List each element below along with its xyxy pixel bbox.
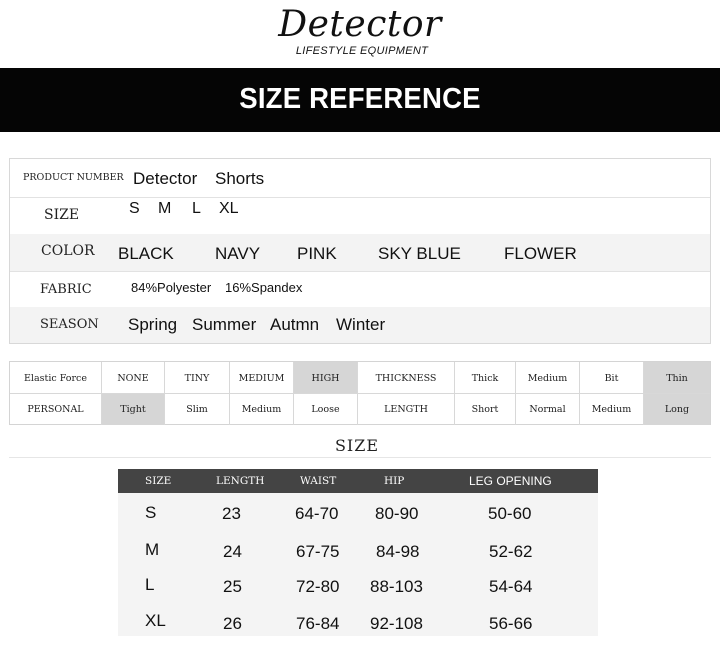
table-cell: 72-80 (296, 577, 340, 596)
attr-cell: PERSONAL (10, 393, 102, 425)
attr-cell-selected: Thin (644, 362, 710, 394)
brand-name: Detector (278, 4, 442, 45)
attr-cell-selected: HIGH (294, 362, 358, 394)
attr-cell: TINY (165, 362, 230, 394)
attr-cell: Medium (230, 393, 294, 425)
attr-cell: Normal (516, 393, 580, 425)
table-cell: 50-60 (488, 504, 532, 523)
table-cell: 24 (223, 542, 242, 561)
header-cell: LENGTH (216, 475, 265, 487)
info-value: M (158, 200, 172, 217)
table-cell: 88-103 (370, 577, 423, 596)
info-label: SEASON (40, 317, 99, 332)
info-value: Detector (133, 169, 198, 188)
attr-cell: Medium (516, 362, 580, 394)
size-chart-header: SIZE LENGTH WAIST HIP LEG OPENING (118, 469, 598, 493)
header-cell: SIZE (145, 475, 172, 487)
attr-cell: Loose (294, 393, 358, 425)
info-value: S (129, 200, 140, 217)
info-label: SIZE (44, 207, 80, 223)
table-cell: 84-98 (376, 542, 420, 561)
table-cell: 26 (223, 614, 242, 633)
table-cell: L (145, 575, 155, 594)
attr-cell: LENGTH (358, 393, 455, 425)
attribute-grid: Elastic Force NONE TINY MEDIUM HIGH THIC… (9, 361, 711, 425)
title-banner: SIZE REFERENCE (0, 68, 720, 132)
table-cell: 80-90 (375, 504, 419, 523)
info-value: Summer (192, 315, 257, 334)
info-value: Shorts (215, 169, 265, 188)
table-cell: 25 (223, 577, 242, 596)
table-cell: M (145, 540, 160, 559)
attr-cell: MEDIUM (230, 362, 294, 394)
divider (9, 457, 711, 458)
table-cell: 56-66 (489, 614, 533, 633)
info-value: L (192, 200, 201, 217)
attr-cell: Slim (165, 393, 230, 425)
info-row-color: COLOR BLACK NAVY PINK SKY BLUE FLOWER (10, 234, 710, 271)
size-chart-table: SIZE LENGTH WAIST HIP LEG OPENING S 23 6… (118, 469, 598, 636)
info-value: 84%Polyester (131, 280, 212, 295)
attr-cell: Elastic Force (10, 362, 102, 394)
info-label: FABRIC (40, 282, 92, 297)
info-value: NAVY (215, 244, 261, 263)
attr-cell: Thick (455, 362, 516, 394)
page-title: SIZE REFERENCE (239, 83, 481, 115)
info-value: SKY BLUE (378, 244, 461, 263)
info-value: PINK (297, 244, 337, 263)
info-value: XL (219, 200, 239, 217)
info-row-product-number: PRODUCT NUMBER Detector Shorts (10, 159, 710, 197)
info-value: Autmn (270, 315, 320, 334)
attr-cell-selected: Long (644, 393, 710, 425)
info-row-size: SIZE S M L XL (10, 198, 710, 234)
info-value: Winter (336, 315, 386, 334)
info-value: FLOWER (504, 244, 577, 263)
info-value: 16%Spandex (225, 280, 303, 295)
brand-tagline: LIFESTYLE EQUIPMENT (295, 45, 429, 57)
attr-cell: Bit (580, 362, 644, 394)
table-cell: 92-108 (370, 614, 423, 633)
info-value: BLACK (118, 244, 174, 263)
info-label: PRODUCT NUMBER (23, 172, 124, 183)
header-cell: HIP (384, 475, 405, 487)
table-cell: 23 (222, 504, 241, 523)
table-cell: 76-84 (296, 614, 340, 633)
table-cell: S (145, 503, 157, 522)
table-cell: 54-64 (489, 577, 533, 596)
header-cell: WAIST (300, 475, 337, 487)
info-label: COLOR (41, 243, 95, 259)
attr-cell: Medium (580, 393, 644, 425)
attr-cell: NONE (102, 362, 165, 394)
product-info-table: PRODUCT NUMBER Detector Shorts SIZE S M … (9, 158, 711, 344)
table-cell: 64-70 (295, 504, 339, 523)
attr-cell-selected: Tight (102, 393, 165, 425)
table-cell: XL (145, 611, 166, 630)
attr-cell: THICKNESS (358, 362, 455, 394)
info-value: Spring (128, 315, 178, 334)
table-cell: 52-62 (489, 542, 533, 561)
header-cell: LEG OPENING (469, 474, 552, 488)
info-row-season: SEASON Spring Summer Autmn Winter (10, 307, 710, 343)
brand-logo: Detector LIFESTYLE EQUIPMENT (0, 2, 720, 66)
info-row-fabric: FABRIC 84%Polyester 16%Spandex (10, 272, 710, 307)
table-cell: 67-75 (296, 542, 340, 561)
attr-cell: Short (455, 393, 516, 425)
size-chart-caption: SIZE (334, 436, 380, 455)
